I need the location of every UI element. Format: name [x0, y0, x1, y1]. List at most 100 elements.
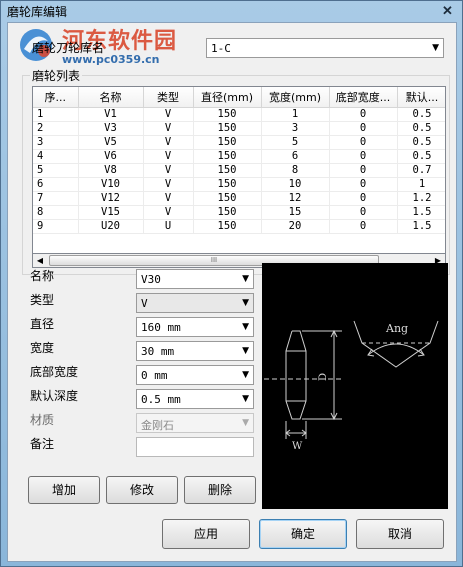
library-select[interactable]: 1-C ▼ [206, 38, 444, 58]
table-row[interactable]: 2 V3 V 150 3 0 0.5 [33, 121, 445, 136]
table-cell: 0.7 [397, 163, 445, 178]
table-cell: 0 [329, 191, 398, 206]
title-bar[interactable]: 磨轮库编辑 ✕ [1, 1, 462, 21]
table-cell: 150 [193, 121, 262, 136]
table-cell: V [143, 149, 194, 164]
table-row[interactable]: 6 V10 V 150 10 0 1 [33, 177, 445, 192]
table-cell: 0 [329, 177, 398, 192]
column-header[interactable]: 直径(mm) [193, 87, 262, 108]
diameter-label: 直径 [30, 317, 55, 331]
name-select-value: V30 [141, 273, 161, 286]
chevron-down-icon: ▼ [242, 274, 249, 284]
column-header[interactable]: 类型 [143, 87, 194, 108]
table-row[interactable]: 9 U20 U 150 20 0 1.5 [33, 219, 445, 234]
column-header[interactable]: 默认... [397, 87, 445, 108]
close-icon[interactable]: ✕ [436, 2, 456, 18]
table-cell: 1 [261, 107, 330, 122]
bottom-width-label: 底部宽度 [30, 365, 79, 379]
default-depth-label: 默认深度 [30, 389, 79, 403]
table-cell: 4 [33, 149, 79, 164]
type-select[interactable]: V ▼ [136, 293, 254, 313]
table-cell: V [143, 191, 194, 206]
table-row[interactable]: 7 V12 V 150 12 0 1.2 [33, 191, 445, 206]
table-cell: V [143, 177, 194, 192]
table-cell: V [143, 121, 194, 136]
type-select-value: V [141, 297, 148, 310]
table-cell: 20 [261, 219, 330, 234]
default-depth-select[interactable]: 0.5 mm ▼ [136, 389, 254, 409]
table-row[interactable]: 1 V1 V 150 1 0 0.5 [33, 107, 445, 122]
ok-button[interactable]: 确定 [259, 519, 347, 549]
apply-button[interactable]: 应用 [162, 519, 250, 549]
width-label: 宽度 [30, 341, 55, 355]
grind-list-title: 磨轮列表 [30, 67, 83, 84]
note-input[interactable] [136, 437, 254, 457]
table-cell: 150 [193, 205, 262, 220]
modify-button[interactable]: 修改 [106, 476, 178, 504]
column-header[interactable]: 名称 [78, 87, 144, 108]
note-label: 备注 [30, 437, 55, 451]
table-cell: 9 [33, 219, 79, 234]
table-cell: 1.2 [397, 191, 445, 206]
library-select-value: 1-C [211, 42, 231, 55]
table-cell: 150 [193, 135, 262, 150]
table-cell: 0 [329, 163, 398, 178]
name-select[interactable]: V30 ▼ [136, 269, 254, 289]
table-cell: 8 [33, 205, 79, 220]
table-cell: 7 [33, 191, 79, 206]
bottom-width-select-value: 0 mm [141, 369, 168, 382]
library-label: 磨轮刀轮库名 [32, 41, 105, 55]
table-cell: 150 [193, 177, 262, 192]
table-cell: 6 [33, 177, 79, 192]
table-cell: V5 [78, 135, 144, 150]
column-header[interactable]: 宽度(mm) [261, 87, 330, 108]
cancel-button[interactable]: 取消 [356, 519, 444, 549]
table-cell: V10 [78, 177, 144, 192]
table-cell: V3 [78, 121, 144, 136]
chevron-down-icon: ▼ [242, 370, 249, 380]
table-cell: V [143, 107, 194, 122]
table-cell: 0 [329, 121, 398, 136]
table-cell: 3 [261, 121, 330, 136]
table-cell: 0 [329, 219, 398, 234]
table-cell: 15 [261, 205, 330, 220]
table-cell: 2 [33, 121, 79, 136]
table-cell: 150 [193, 107, 262, 122]
width-select-value: 30 mm [141, 345, 175, 358]
diameter-select[interactable]: 160 mm ▼ [136, 317, 254, 337]
table-cell: V8 [78, 163, 144, 178]
width-select[interactable]: 30 mm ▼ [136, 341, 254, 361]
table-cell: 150 [193, 149, 262, 164]
table-cell: 1 [397, 177, 445, 192]
table-cell: V [143, 205, 194, 220]
table-row[interactable]: 3 V5 V 150 5 0 0.5 [33, 135, 445, 150]
table-cell: 0 [329, 135, 398, 150]
chevron-down-icon: ▼ [242, 394, 249, 404]
delete-button[interactable]: 删除 [184, 476, 256, 504]
column-header[interactable]: 底部宽度... [329, 87, 398, 108]
add-button[interactable]: 增加 [28, 476, 100, 504]
default-depth-select-value: 0.5 mm [141, 393, 181, 406]
table-cell: V [143, 163, 194, 178]
table-row[interactable]: 4 V6 V 150 6 0 0.5 [33, 149, 445, 164]
bottom-width-select[interactable]: 0 mm ▼ [136, 365, 254, 385]
table-row[interactable]: 8 V15 V 150 15 0 1.5 [33, 205, 445, 220]
table-cell: 8 [261, 163, 330, 178]
table-cell: 5 [261, 135, 330, 150]
table-header-row: 序... 名称 类型 直径(mm) 宽度(mm) 底部宽度... 默认... [33, 87, 445, 108]
table-cell: U [143, 219, 194, 234]
material-label: 材质 [30, 413, 55, 427]
table-row[interactable]: 5 V8 V 150 8 0 0.7 [33, 163, 445, 178]
chevron-down-icon: ▼ [242, 322, 249, 332]
table-cell: V12 [78, 191, 144, 206]
column-header[interactable]: 序... [33, 87, 79, 108]
scroll-left-icon[interactable]: ◀ [33, 254, 47, 267]
table-cell: 1.5 [397, 205, 445, 220]
chevron-down-icon: ▼ [242, 418, 249, 428]
table-cell: 0.5 [397, 107, 445, 122]
table-cell: 0.5 [397, 135, 445, 150]
grind-list-table[interactable]: 序... 名称 类型 直径(mm) 宽度(mm) 底部宽度... 默认... 1 V1 V 150… [32, 86, 446, 254]
angle-label: Ang [385, 322, 408, 335]
dialog-client-area: 河东软件园 www.pc0359.cn 磨轮刀轮库名 1-C ▼ 磨轮列表 序.… [7, 22, 457, 562]
table-cell: 1 [33, 107, 79, 122]
